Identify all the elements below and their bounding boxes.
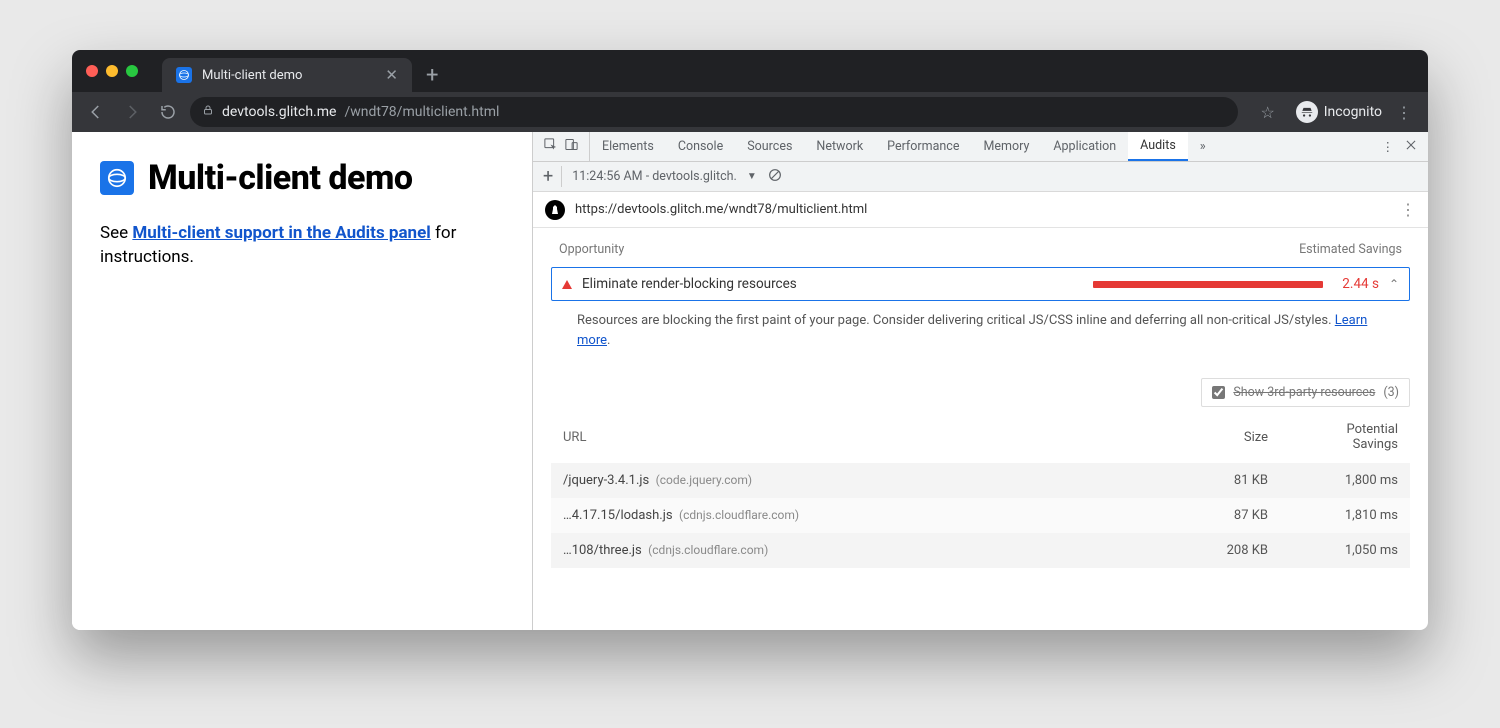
- tab-application[interactable]: Application: [1041, 132, 1128, 161]
- lock-icon: [202, 104, 214, 120]
- page-intro: See Multi-client support in the Audits p…: [100, 222, 504, 270]
- devtools-settings-button[interactable]: ⋮: [1382, 139, 1395, 155]
- audit-body: Opportunity Estimated Savings Eliminate …: [533, 228, 1428, 630]
- opportunity-header: Opportunity Estimated Savings: [551, 236, 1410, 267]
- incognito-icon: [1296, 101, 1318, 123]
- savings-value: 2.44 s: [1333, 276, 1379, 292]
- audit-run-dropdown-icon[interactable]: ▼: [747, 171, 757, 182]
- audit-url: https://devtools.glitch.me/wndt78/multic…: [575, 202, 867, 217]
- col-opportunity: Opportunity: [559, 242, 624, 257]
- reload-button[interactable]: [154, 98, 182, 126]
- tab-console[interactable]: Console: [666, 132, 735, 161]
- incognito-indicator: Incognito: [1296, 101, 1382, 123]
- nav-forward-button[interactable]: [118, 98, 146, 126]
- intro-link[interactable]: Multi-client support in the Audits panel: [132, 223, 430, 243]
- browser-window: Multi-client demo ✕ + devtools.glitch.me…: [72, 50, 1428, 630]
- window-zoom-button[interactable]: [126, 65, 138, 77]
- third-party-count: (3): [1383, 385, 1399, 400]
- devtools-close-button[interactable]: [1404, 138, 1418, 156]
- opportunity-description: Resources are blocking the first paint o…: [551, 301, 1410, 364]
- col-est-savings: Estimated Savings: [1299, 242, 1402, 257]
- third-party-checkbox[interactable]: [1212, 386, 1225, 399]
- header-url: URL: [563, 430, 1158, 445]
- tab-audits[interactable]: Audits: [1128, 132, 1188, 161]
- row-size: 87 KB: [1158, 508, 1268, 523]
- audits-toolbar: + 11:24:56 AM - devtools.glitch. ▼: [533, 162, 1428, 192]
- row-path: …108/three.js: [563, 543, 642, 558]
- opportunity-item[interactable]: Eliminate render-blocking resources 2.44…: [551, 267, 1410, 301]
- opp-desc-text: Resources are blocking the first paint o…: [577, 313, 1335, 328]
- url-path: /wndt78/multiclient.html: [344, 104, 499, 120]
- content-area: Multi-client demo See Multi-client suppo…: [72, 132, 1428, 630]
- devtools-tabbar: Elements Console Sources Network Perform…: [533, 132, 1428, 162]
- opp-desc-period: .: [607, 333, 610, 348]
- audit-menu-button[interactable]: ⋮: [1400, 200, 1416, 219]
- row-host: (code.jquery.com): [656, 473, 752, 487]
- new-tab-button[interactable]: +: [426, 58, 438, 92]
- window-close-button[interactable]: [86, 65, 98, 77]
- header-savings: Potential Savings: [1268, 423, 1398, 453]
- page-logo-icon: [100, 161, 134, 195]
- row-path: /jquery-3.4.1.js: [563, 473, 649, 488]
- opportunity-title: Eliminate render-blocking resources: [582, 276, 797, 292]
- device-toolbar-icon[interactable]: [564, 137, 579, 156]
- browser-menu-button[interactable]: ⋮: [1390, 98, 1418, 126]
- inspect-element-icon[interactable]: [543, 137, 558, 156]
- lighthouse-icon: [545, 200, 565, 220]
- table-row: …4.17.15/lodash.js (cdnjs.cloudflare.com…: [551, 498, 1410, 533]
- chevron-up-icon[interactable]: ⌃: [1389, 277, 1399, 291]
- row-savings: 1,050 ms: [1268, 543, 1398, 558]
- tab-overflow-button[interactable]: »: [1188, 132, 1218, 161]
- webpage: Multi-client demo See Multi-client suppo…: [72, 132, 532, 630]
- row-savings: 1,810 ms: [1268, 508, 1398, 523]
- resources-table: URL Size Potential Savings /jquery-3.4.1…: [551, 413, 1410, 568]
- bookmark-button[interactable]: ☆: [1254, 98, 1282, 126]
- tab-performance[interactable]: Performance: [875, 132, 971, 161]
- nav-back-button[interactable]: [82, 98, 110, 126]
- page-heading-text: Multi-client demo: [148, 158, 413, 198]
- window-minimize-button[interactable]: [106, 65, 118, 77]
- intro-prefix: See: [100, 223, 132, 243]
- tab-memory[interactable]: Memory: [971, 132, 1041, 161]
- tab-sources[interactable]: Sources: [735, 132, 804, 161]
- window-controls: [82, 50, 144, 92]
- audit-url-row: https://devtools.glitch.me/wndt78/multic…: [533, 192, 1428, 228]
- third-party-toggle[interactable]: Show 3rd-party resources (3): [1201, 378, 1410, 407]
- row-path: …4.17.15/lodash.js: [563, 508, 673, 523]
- tab-network[interactable]: Network: [804, 132, 875, 161]
- incognito-label: Incognito: [1324, 104, 1382, 120]
- table-header: URL Size Potential Savings: [551, 413, 1410, 463]
- browser-tab[interactable]: Multi-client demo ✕: [162, 58, 412, 92]
- row-size: 81 KB: [1158, 473, 1268, 488]
- third-party-label: Show 3rd-party resources: [1233, 385, 1375, 400]
- row-host: (cdnjs.cloudflare.com): [679, 508, 799, 522]
- table-row: /jquery-3.4.1.js (code.jquery.com) 81 KB…: [551, 463, 1410, 498]
- warning-triangle-icon: [562, 280, 572, 289]
- devtools-panel: Elements Console Sources Network Perform…: [532, 132, 1428, 630]
- savings-bar: [1093, 281, 1323, 288]
- address-bar[interactable]: devtools.glitch.me/wndt78/multiclient.ht…: [190, 97, 1238, 127]
- row-savings: 1,800 ms: [1268, 473, 1398, 488]
- tab-title: Multi-client demo: [202, 68, 302, 83]
- url-host: devtools.glitch.me: [222, 104, 336, 120]
- titlebar: Multi-client demo ✕ +: [72, 50, 1428, 92]
- header-size: Size: [1158, 430, 1268, 445]
- tab-elements[interactable]: Elements: [590, 132, 666, 161]
- audit-run-label[interactable]: 11:24:56 AM - devtools.glitch.: [572, 169, 737, 184]
- row-size: 208 KB: [1158, 543, 1268, 558]
- browser-toolbar: devtools.glitch.me/wndt78/multiclient.ht…: [72, 92, 1428, 132]
- table-row: …108/three.js (cdnjs.cloudflare.com) 208…: [551, 533, 1410, 568]
- tab-favicon-icon: [176, 67, 192, 83]
- row-host: (cdnjs.cloudflare.com): [648, 543, 768, 557]
- tab-close-button[interactable]: ✕: [385, 66, 398, 84]
- clear-audits-button[interactable]: [767, 167, 783, 187]
- page-heading: Multi-client demo: [100, 158, 504, 198]
- new-audit-button[interactable]: +: [543, 166, 562, 187]
